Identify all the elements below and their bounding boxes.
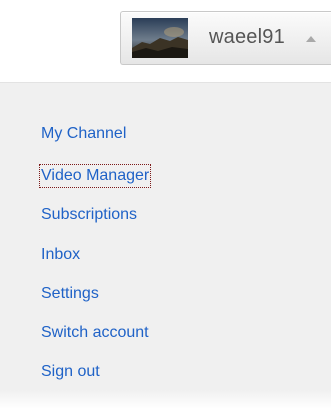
username: waeel91 <box>209 26 285 48</box>
menu-item-sign-out[interactable]: Sign out <box>41 361 100 383</box>
menu-item-switch-account[interactable]: Switch account <box>41 322 149 344</box>
menu-item-video-manager[interactable]: Video Manager <box>38 164 152 188</box>
account-dropdown-menu: My Channel Video Manager Subscriptions I… <box>0 82 331 409</box>
menu-bottom-edge <box>0 390 331 409</box>
avatar <box>132 18 188 58</box>
menu-item-subscriptions[interactable]: Subscriptions <box>41 204 137 226</box>
menu-item-my-channel[interactable]: My Channel <box>41 123 126 145</box>
caret-up-icon <box>306 36 316 42</box>
avatar-image <box>132 18 188 58</box>
menu-item-settings[interactable]: Settings <box>41 283 99 305</box>
menu-item-inbox[interactable]: Inbox <box>41 244 80 266</box>
top-bar: waeel91 <box>0 0 331 82</box>
account-menu-button[interactable]: waeel91 <box>120 11 331 65</box>
